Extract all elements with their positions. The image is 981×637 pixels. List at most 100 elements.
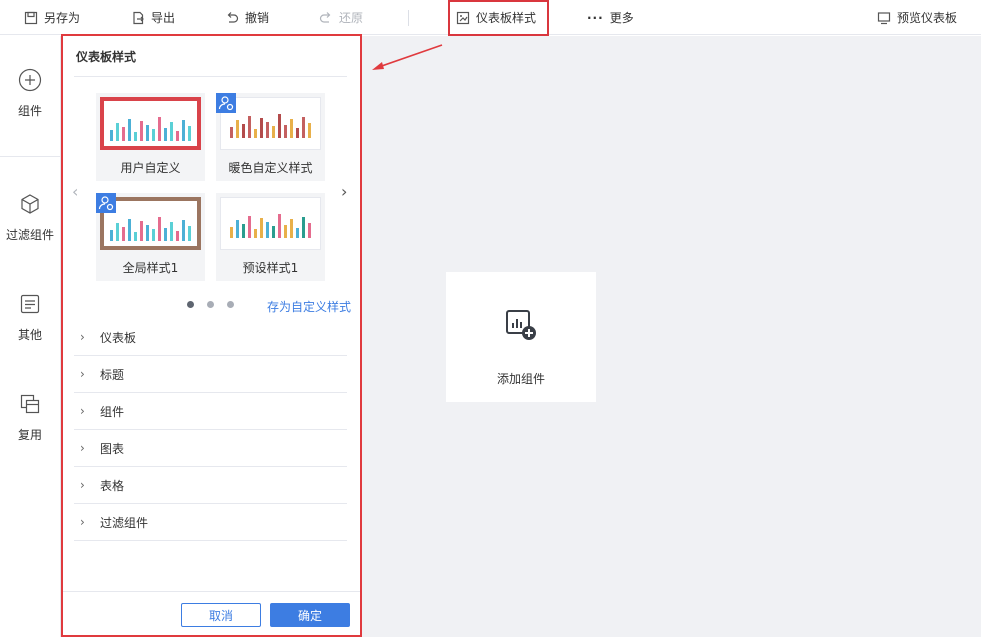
dashboard-style-label: 仪表板样式 [476, 11, 537, 25]
preview-bar [176, 131, 179, 141]
document-icon [20, 294, 40, 314]
style-thumbnail[interactable]: 暖色自定义样式 [216, 93, 325, 181]
style-thumbnail-label: 预设样式1 [242, 261, 299, 275]
monitor-icon [877, 11, 891, 24]
preview-bar [254, 129, 257, 138]
rail-item-filter-widget-label: 过滤组件 [5, 228, 54, 242]
carousel-next-arrow[interactable]: › [341, 182, 347, 201]
preview-bar [248, 116, 251, 138]
bar-chart-preview [230, 214, 311, 238]
add-widget-card[interactable]: 添加组件 [446, 272, 596, 402]
carousel-dot[interactable] [187, 301, 194, 308]
preview-bar [182, 120, 185, 141]
save-as-label: 另存为 [44, 11, 81, 25]
preview-bar [248, 216, 251, 238]
preview-bar [278, 214, 281, 238]
plus-circle-icon [18, 68, 42, 92]
preview-bar [116, 223, 119, 241]
panel-footer: 取消 确定 [63, 591, 360, 635]
style-section-row[interactable]: › 标题 [74, 356, 347, 393]
preview-bar [308, 123, 311, 138]
preview-bar [290, 119, 293, 138]
style-section-row[interactable]: › 过滤组件 [74, 504, 347, 541]
preview-bar [128, 219, 131, 241]
save-as-button[interactable]: 另存为 [24, 0, 80, 35]
chevron-right-icon: › [80, 367, 85, 381]
carousel-dot[interactable] [207, 301, 214, 308]
preview-bar [164, 128, 167, 141]
undo-button[interactable]: 撤销 [225, 0, 269, 35]
preview-bar [122, 227, 125, 241]
preview-bar [308, 223, 311, 238]
chevron-right-icon: › [80, 404, 85, 418]
preview-bar [110, 230, 113, 241]
style-thumbnail[interactable]: 预设样式1 [216, 193, 325, 281]
save-custom-style-link[interactable]: 存为自定义样式 [267, 298, 351, 315]
save-icon [24, 11, 38, 24]
dashboard-style-button[interactable]: 仪表板样式 [456, 0, 536, 35]
bar-chart-preview [230, 114, 311, 138]
cancel-button[interactable]: 取消 [181, 603, 261, 627]
preview-bar [272, 126, 275, 138]
style-preview [220, 197, 321, 250]
style-section-row[interactable]: › 表格 [74, 467, 347, 504]
preview-bar [284, 125, 287, 138]
user-settings-icon [216, 93, 236, 113]
style-thumbnail[interactable]: 全局样式1 [96, 193, 205, 281]
confirm-button[interactable]: 确定 [270, 603, 350, 627]
style-section-row[interactable]: › 仪表板 [74, 319, 347, 356]
more-label: 更多 [609, 11, 634, 25]
style-icon [456, 11, 470, 24]
style-thumbnail-label: 用户自定义 [120, 161, 181, 175]
style-section-label: 仪表板 [100, 330, 137, 345]
preview-bar [260, 218, 263, 238]
carousel-prev-arrow[interactable]: ‹ [72, 182, 78, 201]
style-thumbnail-label: 全局样式1 [122, 261, 179, 275]
ellipsis-icon: ··· [587, 10, 604, 25]
preview-bar [254, 229, 257, 238]
preview-bar [170, 222, 173, 241]
rail-item-filter-widget[interactable]: 过滤组件 [0, 192, 60, 243]
preview-bar [230, 227, 233, 238]
preview-bar [122, 127, 125, 141]
preview-bar [260, 118, 263, 138]
chevron-right-icon: › [80, 478, 85, 492]
preview-bar [236, 220, 239, 238]
user-settings-icon [96, 193, 116, 213]
style-section-row[interactable]: › 组件 [74, 393, 347, 430]
preview-bar [140, 221, 143, 241]
preview-bar [134, 232, 137, 241]
preview-bar [302, 217, 305, 238]
add-widget-label: 添加组件 [496, 372, 545, 386]
preview-bar [164, 228, 167, 241]
preview-bar [242, 124, 245, 138]
export-button[interactable]: 导出 [131, 0, 175, 35]
style-thumbnail[interactable]: 用户自定义 [96, 93, 205, 181]
bar-chart-preview [110, 117, 191, 141]
rail-item-reuse[interactable]: 复用 [0, 392, 60, 443]
preview-bar [278, 114, 281, 138]
redo-button[interactable]: 还原 [319, 0, 363, 35]
preview-bar [134, 132, 137, 141]
rail-item-widget[interactable]: 组件 [0, 68, 60, 119]
preview-bar [296, 128, 299, 138]
rail-item-widget-label: 组件 [17, 104, 42, 118]
preview-bar [146, 225, 149, 241]
preview-dashboard-label: 预览仪表板 [897, 11, 958, 25]
rail-item-other[interactable]: 其他 [0, 292, 60, 343]
more-button[interactable]: ··· 更多 [587, 0, 634, 35]
undo-label: 撤销 [245, 11, 270, 25]
style-section-row[interactable]: › 图表 [74, 430, 347, 467]
left-rail: 组件 过滤组件 其他 复用 [0, 36, 61, 637]
preview-bar [116, 123, 119, 141]
preview-bar [158, 217, 161, 241]
dashboard-canvas[interactable]: 添加组件 [362, 36, 981, 637]
preview-dashboard-button[interactable]: 预览仪表板 [877, 0, 957, 35]
preview-bar [152, 229, 155, 241]
export-icon [133, 11, 144, 24]
preview-bar [284, 225, 287, 238]
redo-label: 还原 [339, 11, 364, 25]
carousel-dot[interactable] [227, 301, 234, 308]
toolbar-divider [408, 10, 409, 26]
preview-bar [128, 119, 131, 141]
